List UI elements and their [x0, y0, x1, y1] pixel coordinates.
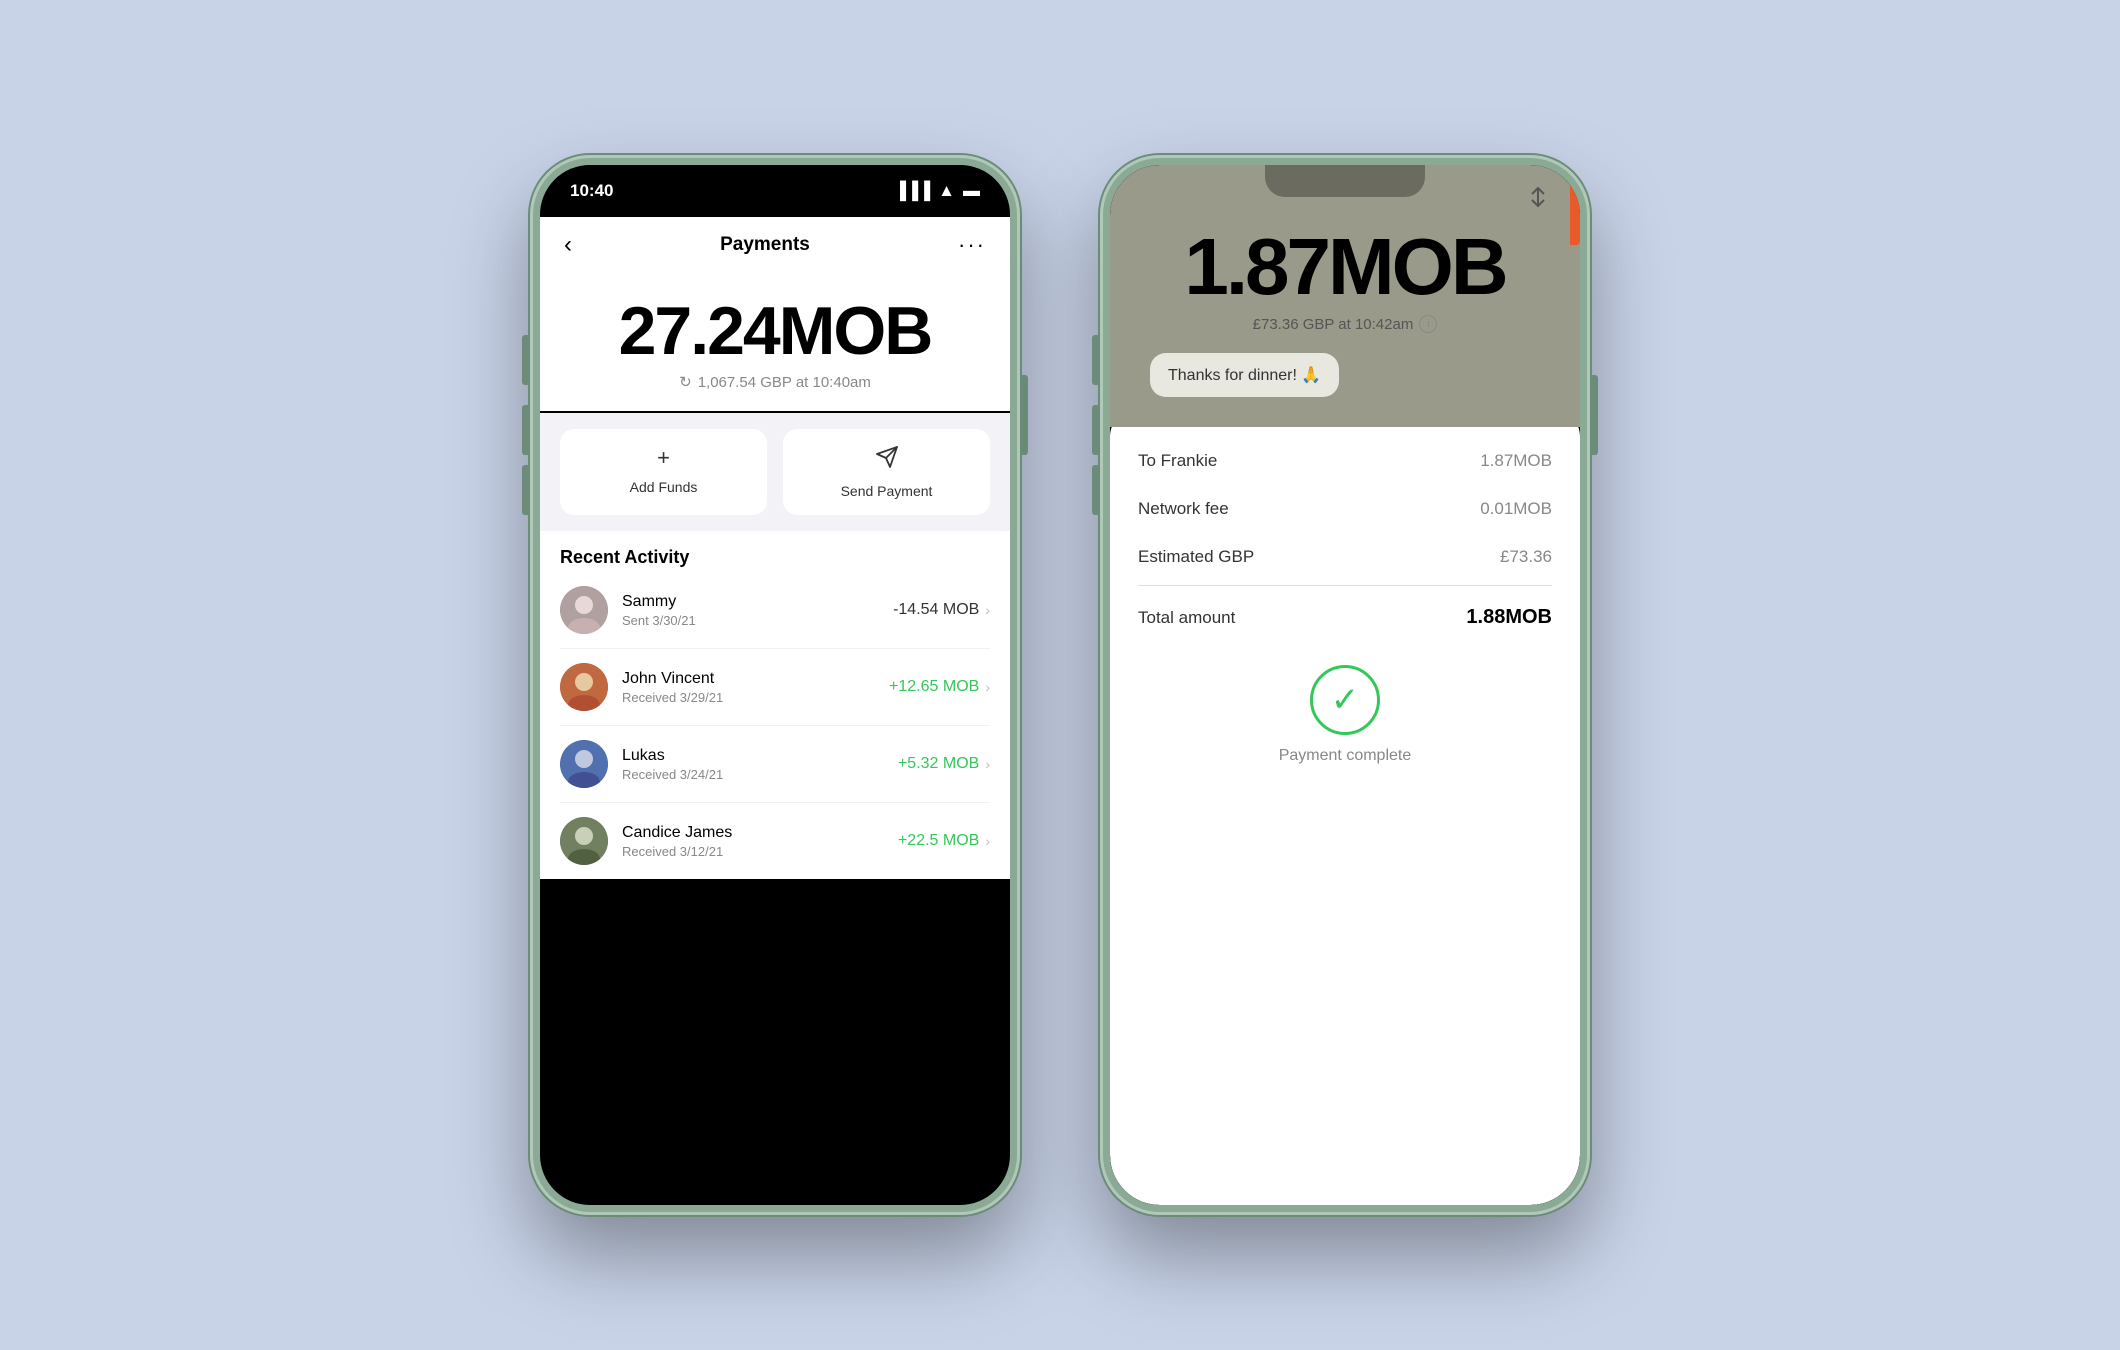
- phone2-balance-amount: 1.87MOB: [1184, 227, 1505, 307]
- phone2-balance-number: 1.87: [1184, 222, 1328, 311]
- phone-1-screen: 10:40 ▐▐▐ ▲ ▬ ‹ Payments ···: [540, 165, 1010, 1205]
- orange-accent: [1570, 165, 1580, 245]
- payment-row-to: To Frankie 1.87MOB: [1138, 437, 1552, 485]
- balance-amount: 27.24MOB: [564, 297, 986, 365]
- phone-2-power-button: [1592, 375, 1598, 455]
- chevron-icon-lukas: ›: [985, 756, 990, 772]
- activity-info-candice: Candice James Received 3/12/21: [622, 824, 884, 859]
- phone2-gbp-value: £73.36 GBP at 10:42am: [1253, 316, 1414, 333]
- gbp-label: Estimated GBP: [1138, 547, 1254, 567]
- avatar-john: [560, 663, 608, 711]
- activity-item-sammy[interactable]: Sammy Sent 3/30/21 -14.54 MOB ›: [560, 572, 990, 649]
- activity-name-john: John Vincent: [622, 670, 875, 688]
- activity-item-candice[interactable]: Candice James Received 3/12/21 +22.5 MOB…: [560, 803, 990, 879]
- recent-activity-section: Recent Activity Sammy Sent 3/30/21 -14.5…: [540, 531, 1010, 879]
- check-circle: ✓: [1310, 665, 1380, 735]
- activity-name-sammy: Sammy: [622, 593, 879, 611]
- activity-amount-lukas: +5.32 MOB ›: [898, 755, 990, 773]
- to-value: 1.87MOB: [1480, 451, 1552, 471]
- activity-amount-candice: +22.5 MOB ›: [898, 832, 990, 850]
- chevron-icon-john: ›: [985, 679, 990, 695]
- activity-name-candice: Candice James: [622, 824, 884, 842]
- activity-info-lukas: Lukas Received 3/24/21: [622, 747, 884, 782]
- activity-info-sammy: Sammy Sent 3/30/21: [622, 593, 879, 628]
- phone-1: 10:40 ▐▐▐ ▲ ▬ ‹ Payments ···: [530, 155, 1020, 1215]
- payment-row-gbp: Estimated GBP £73.36: [1138, 533, 1552, 581]
- add-funds-button[interactable]: + Add Funds: [560, 429, 767, 515]
- phone-1-power-button: [1022, 375, 1028, 455]
- payment-divider: [1138, 585, 1552, 586]
- message-bubble: Thanks for dinner! 🙏: [1150, 353, 1339, 397]
- page-title-1: Payments: [720, 234, 810, 256]
- activity-date-sammy: Sent 3/30/21: [622, 613, 879, 628]
- status-time-1: 10:40: [570, 181, 613, 201]
- activity-item-lukas[interactable]: Lukas Received 3/24/21 +5.32 MOB ›: [560, 726, 990, 803]
- activity-date-lukas: Received 3/24/21: [622, 767, 884, 782]
- avatar-sammy: [560, 586, 608, 634]
- send-icon: [875, 445, 899, 475]
- wifi-icon: ▲: [938, 181, 955, 201]
- balance-currency: MOB: [779, 293, 932, 369]
- activity-amount-sammy: -14.54 MOB ›: [893, 601, 990, 619]
- send-payment-label: Send Payment: [841, 483, 933, 499]
- nav-bar-1: ‹ Payments ···: [540, 217, 1010, 273]
- chevron-icon-sammy: ›: [985, 602, 990, 618]
- fee-value: 0.01MOB: [1480, 499, 1552, 519]
- signal-icon: ▐▐▐: [894, 181, 930, 201]
- balance-gbp: ↻ 1,067.54 GBP at 10:40am: [564, 373, 986, 391]
- balance-gbp-value: 1,067.54 GBP at 10:40am: [698, 374, 871, 391]
- activity-info-john: John Vincent Received 3/29/21: [622, 670, 875, 705]
- notch-1: [695, 165, 855, 197]
- message-text: Thanks for dinner! 🙏: [1168, 367, 1321, 384]
- phone2-gbp-rate: £73.36 GBP at 10:42am i: [1253, 315, 1438, 333]
- avatar-candice: [560, 817, 608, 865]
- total-value: 1.88MOB: [1466, 606, 1552, 629]
- section-title-recent: Recent Activity: [560, 547, 990, 568]
- chevron-icon-candice: ›: [985, 833, 990, 849]
- phone-1-inner: 10:40 ▐▐▐ ▲ ▬ ‹ Payments ···: [540, 165, 1010, 1205]
- status-bar-1: 10:40 ▐▐▐ ▲ ▬: [540, 165, 1010, 217]
- phone-2-inner: 1.87MOB £73.36 GBP at 10:42am i Thanks f…: [1110, 165, 1580, 1205]
- phone-2-top-section: 1.87MOB £73.36 GBP at 10:42am i Thanks f…: [1110, 165, 1580, 427]
- send-payment-button[interactable]: Send Payment: [783, 429, 990, 515]
- status-icons-1: ▐▐▐ ▲ ▬: [894, 181, 980, 201]
- phone-2-bottom-section: To Frankie 1.87MOB Network fee 0.01MOB E…: [1110, 407, 1580, 1205]
- activity-name-lukas: Lukas: [622, 747, 884, 765]
- action-buttons: + Add Funds Send Payment: [540, 413, 1010, 531]
- info-icon[interactable]: i: [1419, 315, 1437, 333]
- check-mark-icon: ✓: [1331, 683, 1360, 717]
- avatar-lukas: [560, 740, 608, 788]
- battery-icon: ▬: [963, 181, 980, 201]
- fee-label: Network fee: [1138, 499, 1229, 519]
- total-label: Total amount: [1138, 608, 1235, 628]
- add-funds-label: Add Funds: [630, 479, 698, 495]
- phone2-balance-currency: MOB: [1328, 222, 1506, 311]
- activity-item-john[interactable]: John Vincent Received 3/29/21 +12.65 MOB…: [560, 649, 990, 726]
- sort-icon[interactable]: [1526, 185, 1550, 215]
- gbp-est-value: £73.36: [1500, 547, 1552, 567]
- payment-complete-label: Payment complete: [1279, 747, 1412, 765]
- activity-amount-john: +12.65 MOB ›: [889, 678, 990, 696]
- payment-complete-section: ✓ Payment complete: [1138, 645, 1552, 775]
- payment-total-row: Total amount 1.88MOB: [1138, 590, 1552, 645]
- phone-2: 1.87MOB £73.36 GBP at 10:42am i Thanks f…: [1100, 155, 1590, 1215]
- payment-row-fee: Network fee 0.01MOB: [1138, 485, 1552, 533]
- balance-section: 27.24MOB ↻ 1,067.54 GBP at 10:40am: [540, 273, 1010, 411]
- more-options-button[interactable]: ···: [958, 232, 986, 258]
- activity-date-john: Received 3/29/21: [622, 690, 875, 705]
- refresh-icon: ↻: [679, 373, 692, 391]
- activity-date-candice: Received 3/12/21: [622, 844, 884, 859]
- back-button[interactable]: ‹: [564, 231, 572, 259]
- notch-2: [1265, 165, 1425, 197]
- to-label: To Frankie: [1138, 451, 1217, 471]
- phone-2-screen: 1.87MOB £73.36 GBP at 10:42am i Thanks f…: [1110, 165, 1580, 1205]
- scene: 10:40 ▐▐▐ ▲ ▬ ‹ Payments ···: [0, 0, 2120, 1350]
- balance-number: 27.24: [619, 293, 779, 369]
- add-icon: +: [657, 445, 670, 471]
